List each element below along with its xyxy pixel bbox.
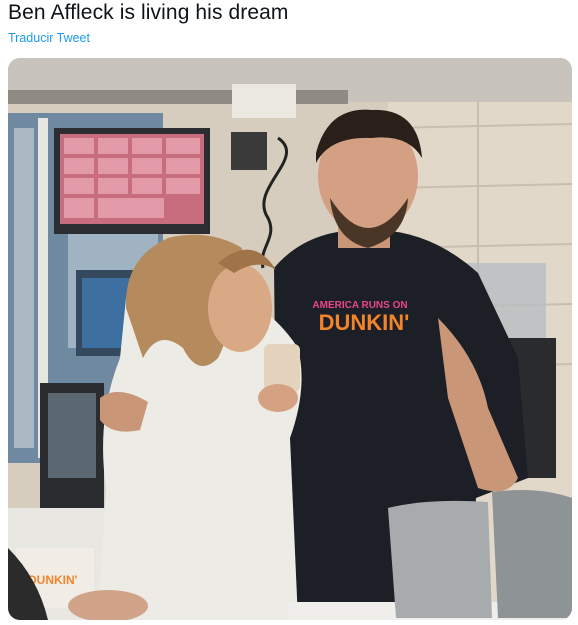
photo-scene: DUNKIN' AMERICA RUNS ON DUNKIN' — [8, 58, 572, 620]
tweet-media-photo[interactable]: DUNKIN' AMERICA RUNS ON DUNKIN' — [8, 58, 572, 620]
shirt-brand: DUNKIN' — [319, 310, 410, 335]
woman-face — [208, 264, 272, 352]
steel-pitcher — [388, 500, 492, 618]
tweet-text: Ben Affleck is living his dream — [8, 1, 289, 24]
window-pane — [14, 128, 34, 448]
woman-hand — [258, 384, 298, 412]
translate-tweet-link[interactable]: Traducir Tweet — [8, 31, 90, 45]
ceiling-beam — [8, 90, 348, 104]
wall-plug-box — [231, 132, 267, 170]
cup-brand-text: DUNKIN' — [28, 573, 78, 587]
steel-machine — [492, 490, 572, 618]
wall-unit — [232, 84, 296, 118]
pos-screen — [48, 393, 96, 478]
